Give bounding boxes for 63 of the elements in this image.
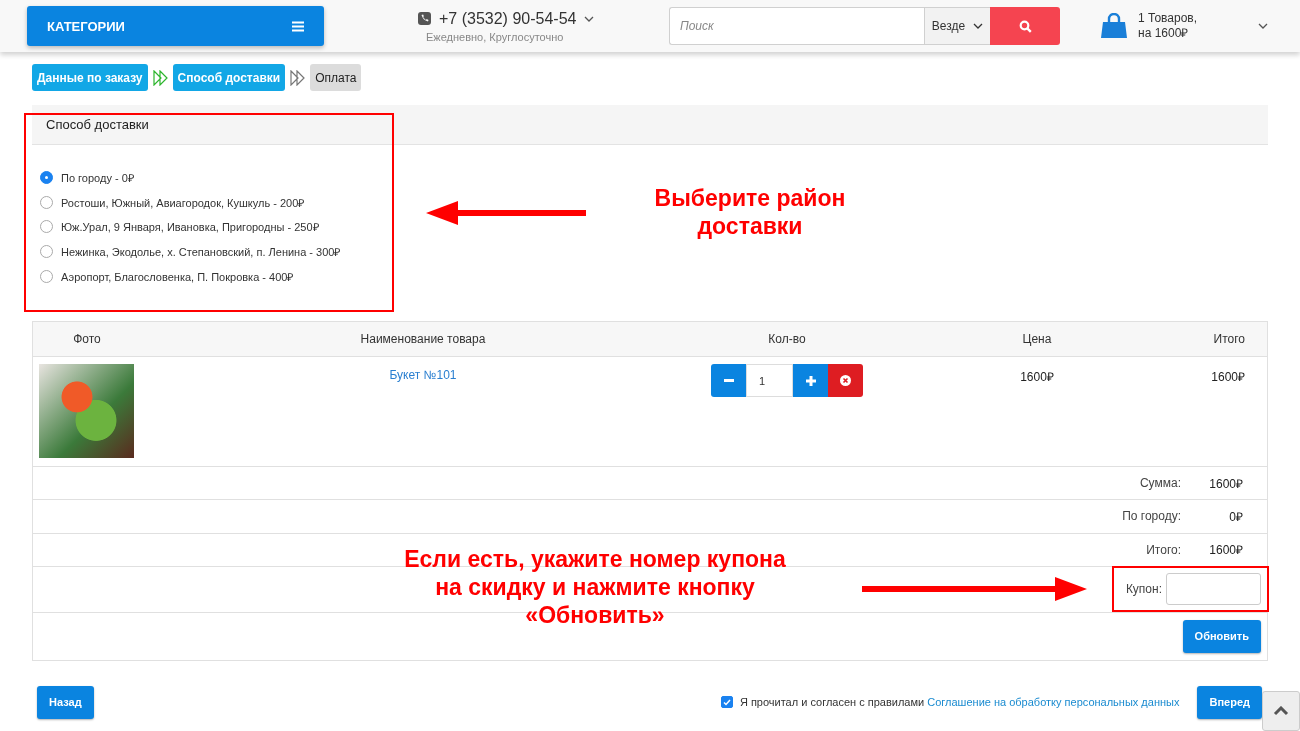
- checkout-step[interactable]: Данные по заказу: [32, 64, 148, 91]
- agreement-link[interactable]: Соглашение на обработку персональных данных: [927, 696, 1180, 709]
- summary-label: Итого:: [1146, 542, 1181, 557]
- search-field[interactable]: Поиск: [669, 7, 924, 45]
- update-button[interactable]: Обновить: [1182, 619, 1261, 653]
- search-button[interactable]: [990, 7, 1060, 45]
- summary-label: Сумма:: [1139, 476, 1181, 491]
- column-header: Фото: [72, 332, 102, 346]
- option-label: По городу - 0₽: [61, 170, 134, 185]
- column-header: Цена: [1021, 332, 1053, 346]
- remove-button[interactable]: [828, 364, 863, 397]
- panel-title: Способ доставки: [46, 117, 149, 132]
- scroll-top-button[interactable]: [1262, 691, 1300, 731]
- column-header: Кол-во: [767, 332, 807, 346]
- menu-icon: [292, 20, 304, 32]
- decrease-button[interactable]: [711, 364, 746, 397]
- option-label: Юж.Урал, 9 Января, Ивановка, Пригородны - 250₽: [61, 220, 319, 235]
- summary-value: 1600₽: [1208, 475, 1243, 492]
- shopping-bag-icon[interactable]: [1100, 13, 1128, 39]
- consent-text: Я прочитал и согласен с правилами Соглашение на обработку персональных данных: [739, 696, 1180, 709]
- radio-button[interactable]: [40, 269, 53, 283]
- checkout-step[interactable]: Способ доставки: [172, 64, 286, 91]
- radio-button[interactable]: [40, 220, 53, 234]
- summary-value: 1600₽: [1208, 542, 1243, 559]
- phone-number: +7 (3532) 90-54-54: [439, 9, 577, 28]
- column-header: Итого: [1212, 332, 1246, 346]
- total-cell-text: 1600₽: [1211, 369, 1246, 385]
- chevron-down-icon: [584, 15, 595, 22]
- product-link[interactable]: Букет №101: [389, 368, 457, 382]
- coupon-label: Купон:: [1125, 582, 1162, 597]
- plus-icon: [805, 375, 816, 386]
- double-arrow-icon: [152, 69, 168, 86]
- minus-icon: [723, 379, 734, 382]
- phone-icon: [418, 12, 431, 25]
- search-icon: [1018, 19, 1032, 33]
- working-hours: Ежедневно, Круглосуточно: [426, 30, 564, 43]
- summary-label: По городу:: [1122, 509, 1181, 524]
- annotation-text: Если есть, укажите номер купона на скидку и нажмите кнопку «Обновить»: [403, 545, 787, 629]
- price-cell-text: 1600₽: [1020, 369, 1054, 385]
- column-header: Наименование товара: [359, 332, 487, 346]
- quantity-field[interactable]: 1: [746, 364, 793, 397]
- radio-button[interactable]: [40, 170, 53, 184]
- chevron-down-icon: [1258, 23, 1268, 29]
- categories-button[interactable]: КАТЕГОРИИ: [27, 6, 324, 46]
- scope-dropdown[interactable]: Везде: [924, 7, 990, 45]
- coupon-field[interactable]: [1166, 573, 1261, 606]
- cart-summary[interactable]: 1 Товаров, на 1600₽: [1138, 11, 1248, 41]
- next-button[interactable]: Вперед: [1197, 685, 1262, 719]
- increase-button[interactable]: [793, 364, 828, 397]
- radio-button[interactable]: [40, 195, 53, 209]
- chevron-up-icon: [1273, 706, 1289, 716]
- summary-value: 0₽: [1228, 508, 1243, 525]
- back-button[interactable]: Назад: [37, 685, 94, 719]
- close-icon: [840, 375, 851, 386]
- annotation-text: Выберите район доставки: [653, 184, 847, 240]
- double-arrow-icon: [290, 69, 306, 86]
- radio-button[interactable]: [40, 244, 53, 258]
- option-label: Аэропорт, Благословенка, П. Покровка - 400₽: [61, 269, 294, 284]
- option-label: Ростоши, Южный, Авиагородок, Кушкуль - 200₽: [61, 195, 305, 210]
- chevron-down-icon: [973, 23, 984, 29]
- checkbox[interactable]: [720, 696, 733, 709]
- checkout-step[interactable]: Оплата: [310, 64, 362, 91]
- option-label: Нежинка, Экодолье, х. Степановский, п. Ленина - 300₽: [61, 244, 341, 259]
